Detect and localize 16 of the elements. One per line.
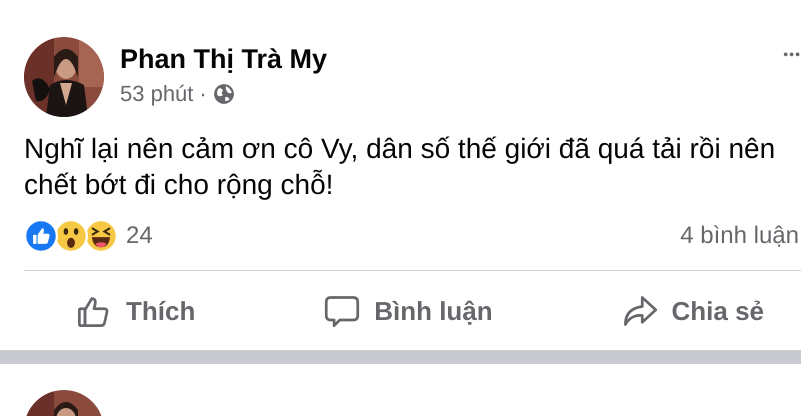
speech-bubble-icon: [324, 293, 360, 329]
like-reaction-icon: [24, 219, 58, 253]
like-button[interactable]: Thích: [74, 289, 198, 333]
reaction-count[interactable]: 24: [126, 222, 153, 250]
author-name[interactable]: Phan Thị Trà My: [120, 44, 328, 74]
surprised-face-icon: [54, 219, 88, 253]
post-time[interactable]: 53 phút: [120, 80, 194, 106]
post-text: Nghĩ lại nên cảm ơn cô Vy, dân số thế giới đã quá tải rồi nên chết bớt đi cho rộng chỗ!: [24, 132, 776, 202]
separator-dot: ·: [199, 80, 207, 106]
comment-button[interactable]: Bình luận: [322, 289, 495, 333]
share-button[interactable]: Chia sẻ: [620, 289, 766, 333]
laughing-face-icon: [84, 219, 118, 253]
comment-count[interactable]: 4 bình luận: [680, 222, 799, 250]
share-arrow-icon: [622, 293, 658, 329]
more-options-button[interactable]: •••: [783, 46, 801, 62]
globe-icon: [212, 82, 235, 104]
